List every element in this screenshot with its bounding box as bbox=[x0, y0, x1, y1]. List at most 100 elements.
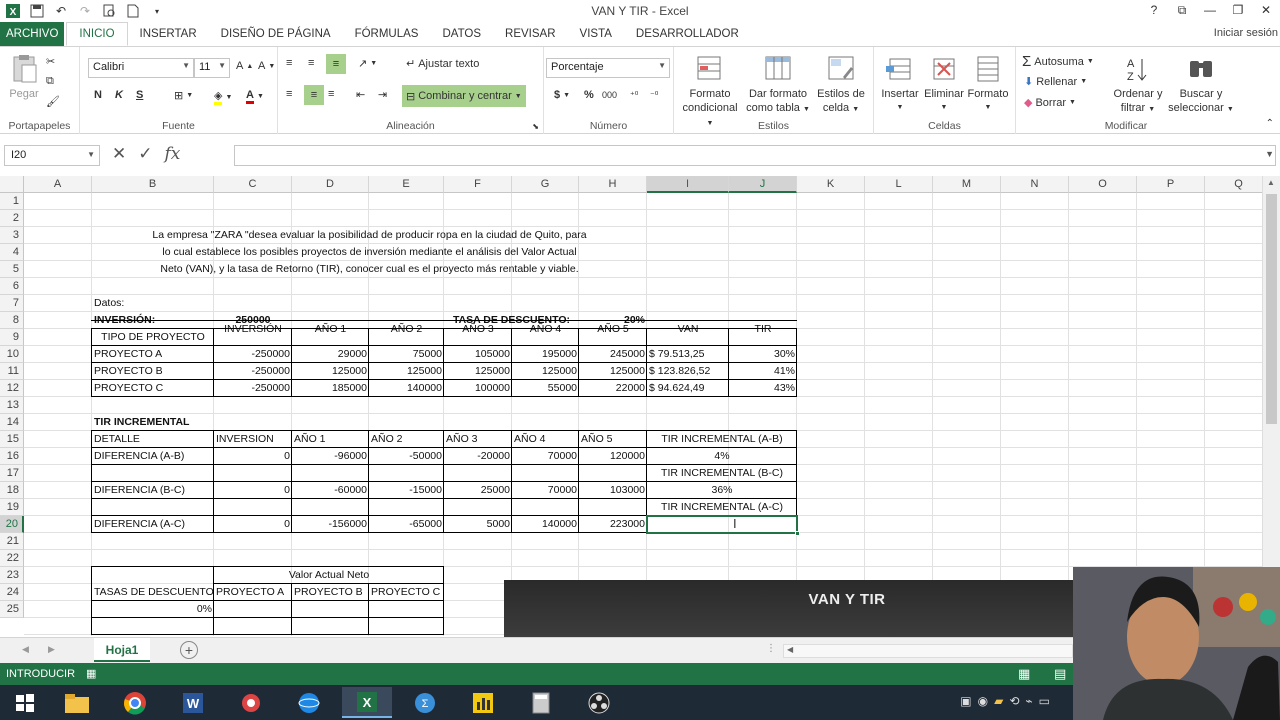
cut-icon[interactable]: ✂ bbox=[46, 55, 55, 68]
name-box[interactable]: I20 ▼ bbox=[4, 145, 100, 166]
next-sheet-icon[interactable]: ▶ bbox=[48, 644, 55, 655]
table2-header-f[interactable]: AÑO 3 bbox=[444, 431, 512, 448]
borders-icon[interactable]: ⊞ ▼ bbox=[174, 89, 193, 102]
column-header-c[interactable]: C bbox=[214, 176, 292, 193]
find-select-button[interactable]: Buscar y seleccionar ▼ bbox=[1168, 53, 1234, 117]
row-header-17[interactable]: 17 bbox=[0, 465, 24, 482]
row-header-1[interactable]: 1 bbox=[0, 193, 24, 210]
table1-cell-i11[interactable]: $ 123.826,52 bbox=[647, 363, 729, 380]
help-icon[interactable]: ? bbox=[1140, 0, 1168, 20]
shrink-font-icon[interactable]: A ▼ bbox=[258, 60, 275, 72]
ribbon-display-icon[interactable]: ⧉ bbox=[1168, 0, 1196, 20]
column-header-m[interactable]: M bbox=[933, 176, 1001, 193]
row-header-24[interactable]: 24 bbox=[0, 584, 24, 601]
autosum-button[interactable]: Σ Autosuma ▼ bbox=[1022, 53, 1094, 70]
table1-cell-h10[interactable]: 245000 bbox=[579, 346, 647, 363]
row-header-8[interactable]: 8 bbox=[0, 312, 24, 329]
expand-formula-bar-icon[interactable]: ▼ bbox=[1265, 149, 1274, 159]
increase-decimal-icon[interactable]: ⁺⁰ bbox=[630, 90, 638, 101]
word-icon[interactable]: W bbox=[168, 687, 218, 718]
close-icon[interactable]: ✕ bbox=[1252, 0, 1280, 20]
powerbi-icon[interactable] bbox=[458, 687, 508, 718]
column-header-i[interactable]: I bbox=[647, 176, 729, 193]
table1-cell-f11[interactable]: 125000 bbox=[444, 363, 512, 380]
column-header-p[interactable]: P bbox=[1137, 176, 1205, 193]
column-header-b[interactable]: B bbox=[92, 176, 214, 193]
valor-actual-neto-header[interactable]: Valor Actual Neto bbox=[214, 567, 444, 584]
fill-color-icon[interactable]: ◈ ▼ bbox=[214, 89, 232, 105]
table2-header-b[interactable]: DETALLE bbox=[92, 431, 214, 448]
table2-cell-c18[interactable]: 0 bbox=[214, 482, 292, 499]
table2-header-g[interactable]: AÑO 4 bbox=[512, 431, 579, 448]
font-size-select[interactable]: 11 ▼ bbox=[194, 58, 230, 78]
align-left-icon[interactable]: ≡ bbox=[286, 88, 292, 100]
table2-cell-f18[interactable]: 25000 bbox=[444, 482, 512, 499]
tab-diseno-pagina[interactable]: DISEÑO DE PÁGINA bbox=[209, 22, 343, 46]
table1-header-e[interactable]: AÑO 2 bbox=[369, 321, 444, 338]
formula-input[interactable] bbox=[234, 145, 1276, 166]
column-header-o[interactable]: O bbox=[1069, 176, 1137, 193]
table2-cell-h20[interactable]: 223000 bbox=[579, 516, 647, 533]
table1-header-b[interactable]: TIPO DE PROYECTO bbox=[92, 329, 214, 346]
row-header-9[interactable]: 9 bbox=[0, 329, 24, 346]
row-header-25[interactable]: 25 bbox=[0, 601, 24, 618]
tray-usb-icon[interactable]: ⌁ bbox=[1025, 694, 1032, 708]
add-sheet-icon[interactable]: + bbox=[180, 641, 198, 659]
table1-cell-c11[interactable]: -250000 bbox=[214, 363, 292, 380]
grow-font-icon[interactable]: A ▲ bbox=[236, 60, 253, 72]
underline-button[interactable]: S bbox=[136, 89, 143, 101]
column-header-q[interactable]: Q bbox=[1205, 176, 1262, 193]
italic-button[interactable]: K bbox=[115, 89, 123, 101]
row-header-12[interactable]: 12 bbox=[0, 380, 24, 397]
increase-indent-icon[interactable]: ⇥ bbox=[378, 88, 387, 101]
table2-cell-d16[interactable]: -96000 bbox=[292, 448, 369, 465]
thousands-button[interactable]: 000 bbox=[602, 90, 617, 100]
table2-cell-d18[interactable]: -60000 bbox=[292, 482, 369, 499]
snipping-tool-icon[interactable] bbox=[226, 687, 276, 718]
table1-header-g[interactable]: AÑO 4 bbox=[512, 321, 579, 338]
table2-cell-h16[interactable]: 120000 bbox=[579, 448, 647, 465]
obs-icon[interactable] bbox=[574, 687, 624, 718]
column-header-a[interactable]: A bbox=[24, 176, 92, 193]
restore-icon[interactable]: ❐ bbox=[1224, 0, 1252, 20]
table1-cell-i10[interactable]: $ 79.513,25 bbox=[647, 346, 729, 363]
table1-cell-j10[interactable]: 30% bbox=[729, 346, 797, 363]
row-header-6[interactable]: 6 bbox=[0, 278, 24, 295]
tray-record-icon[interactable]: ◉ bbox=[978, 694, 988, 708]
row-header-10[interactable]: 10 bbox=[0, 346, 24, 363]
page-layout-view-icon[interactable]: ▤ bbox=[1054, 666, 1066, 682]
vertical-scroll-thumb[interactable] bbox=[1266, 194, 1277, 424]
row-header-23[interactable]: 23 bbox=[0, 567, 24, 584]
table3-header-proyecto-b[interactable]: PROYECTO B bbox=[292, 584, 369, 601]
table1-cell-g11[interactable]: 125000 bbox=[512, 363, 579, 380]
fill-button[interactable]: ⬇ Rellenar ▼ bbox=[1024, 75, 1087, 89]
intro-text-line-2[interactable]: lo cual establece los posibles proyectos… bbox=[92, 244, 647, 261]
decrease-decimal-icon[interactable]: ⁻⁰ bbox=[650, 90, 658, 101]
scroll-left-icon[interactable]: ◀ bbox=[787, 645, 793, 654]
tab-insertar[interactable]: INSERTAR bbox=[128, 22, 209, 46]
chrome-icon[interactable] bbox=[110, 687, 160, 718]
table1-cell-c12[interactable]: -250000 bbox=[214, 380, 292, 397]
insert-function-icon[interactable]: fx bbox=[165, 144, 181, 164]
align-right-icon[interactable]: ≡ bbox=[328, 88, 334, 100]
table3-cell-b25[interactable]: 0% bbox=[92, 601, 214, 618]
tray-folder-icon[interactable]: ▰ bbox=[994, 694, 1003, 708]
table1-cell-e10[interactable]: 75000 bbox=[369, 346, 444, 363]
calculator-icon[interactable] bbox=[516, 687, 566, 718]
row-header-15[interactable]: 15 bbox=[0, 431, 24, 448]
table2-cell-b20[interactable]: DIFERENCIA (A-C) bbox=[92, 516, 214, 533]
format-painter-icon[interactable]: 🖌 bbox=[46, 95, 60, 108]
column-header-f[interactable]: F bbox=[444, 176, 512, 193]
table1-cell-d10[interactable]: 29000 bbox=[292, 346, 369, 363]
column-header-h[interactable]: H bbox=[579, 176, 647, 193]
table2-cell-e18[interactable]: -15000 bbox=[369, 482, 444, 499]
table2-cell-c20[interactable]: 0 bbox=[214, 516, 292, 533]
table1-cell-d11[interactable]: 125000 bbox=[292, 363, 369, 380]
row-header-2[interactable]: 2 bbox=[0, 210, 24, 227]
table2-cell-g20[interactable]: 140000 bbox=[512, 516, 579, 533]
table3-header-proyecto-c[interactable]: PROYECTO C bbox=[369, 584, 444, 601]
math-app-icon[interactable]: Σ bbox=[400, 687, 450, 718]
tab-desarrollador[interactable]: DESARROLLADOR bbox=[624, 22, 751, 46]
collapse-ribbon-icon[interactable]: ⌃ bbox=[1266, 118, 1274, 129]
number-format-select[interactable]: Porcentaje ▼ bbox=[546, 58, 670, 78]
